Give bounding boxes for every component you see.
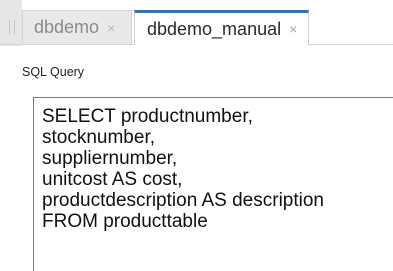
- editor-tab-bar: dbdemo × dbdemo_manual ×: [0, 0, 393, 46]
- query-editor-panel: SQL Query SELECT productnumber, stocknum…: [0, 46, 393, 271]
- query-line: productdescription AS description: [42, 190, 324, 211]
- tab-label: dbdemo_manual: [147, 18, 282, 39]
- query-line: stocknumber,: [42, 127, 155, 148]
- sql-query-textarea[interactable]: SELECT productnumber, stocknumber, suppl…: [33, 97, 393, 271]
- grip-handle-icon[interactable]: [9, 20, 15, 34]
- close-icon[interactable]: ×: [289, 21, 297, 37]
- tab-dbdemo[interactable]: dbdemo ×: [22, 10, 132, 45]
- sql-query-label: SQL Query: [22, 65, 85, 79]
- query-line: unitcost AS cost,: [42, 169, 183, 190]
- query-line: suppliernumber,: [42, 148, 178, 169]
- query-line: SELECT productnumber,: [42, 106, 253, 127]
- tab-label: dbdemo: [34, 17, 100, 37]
- close-icon[interactable]: ×: [107, 20, 115, 36]
- query-line: FROM producttable: [42, 211, 208, 232]
- tab-bar-gutter: [0, 0, 22, 46]
- tab-strip-empty-area: [309, 10, 393, 45]
- tab-dbdemo-manual[interactable]: dbdemo_manual ×: [134, 10, 309, 45]
